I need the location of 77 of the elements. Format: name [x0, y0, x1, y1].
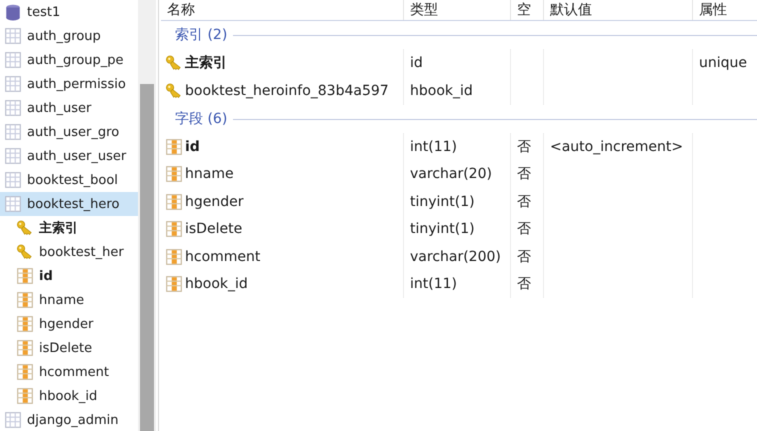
tree-item[interactable]: auth_user_user — [0, 144, 138, 168]
null-cell: 否 — [517, 138, 531, 156]
type-cell: varchar(20) — [410, 166, 492, 182]
column-icon — [165, 220, 183, 238]
tree-item[interactable]: auth_group_pe — [0, 48, 138, 72]
null-cell: 否 — [517, 192, 531, 211]
null-cell: 否 — [517, 275, 531, 294]
null-cell: 否 — [517, 165, 531, 184]
scrollbar-thumb[interactable] — [140, 84, 154, 431]
column-icon — [165, 275, 183, 294]
key-icon — [16, 219, 34, 237]
column-header[interactable]: 空 — [511, 0, 544, 20]
tree-item[interactable]: id — [0, 264, 138, 288]
tree-item[interactable]: auth_user — [0, 96, 138, 120]
table-icon — [4, 195, 22, 213]
type-cell: tinyint(1) — [410, 194, 475, 210]
column-icon — [16, 339, 34, 357]
tree-item[interactable]: hbook_id — [0, 384, 138, 408]
table-icon — [4, 99, 22, 117]
table-icon — [4, 171, 22, 189]
name-cell: isDelete — [185, 221, 242, 238]
column-icon — [16, 291, 34, 309]
tree-item[interactable]: django_admin — [0, 408, 138, 431]
type-cell: hbook_id — [410, 83, 473, 99]
type-cell: int(11) — [410, 138, 457, 155]
table-icon — [4, 411, 22, 429]
tree-item[interactable]: 主索引 — [0, 216, 138, 240]
column-icon — [16, 315, 34, 333]
name-cell: hname — [185, 166, 234, 182]
column-icon — [16, 267, 34, 285]
tree-item[interactable]: auth_group — [0, 24, 138, 48]
table-icon — [4, 75, 22, 93]
key-icon — [165, 54, 183, 72]
name-cell: 主索引 — [185, 54, 227, 72]
table-icon — [4, 27, 22, 45]
section-title: 索引 (2) — [175, 26, 228, 44]
type-cell: tinyint(1) — [410, 221, 475, 238]
column-icon — [165, 192, 183, 211]
name-cell: hcomment — [185, 248, 260, 265]
tree-item[interactable]: booktest_bool — [0, 168, 138, 192]
database-icon — [4, 3, 22, 21]
column-header[interactable]: 类型 — [404, 0, 511, 20]
section-title: 字段 (6) — [175, 110, 228, 128]
tree-item[interactable]: isDelete — [0, 336, 138, 360]
column-icon — [165, 165, 183, 184]
name-cell: id — [185, 138, 200, 155]
tree-item[interactable]: booktest_hero — [0, 192, 138, 216]
scrollbar[interactable] — [138, 0, 156, 431]
column-header[interactable]: 名称 — [161, 0, 404, 20]
column-icon — [165, 248, 183, 266]
name-cell: hbook_id — [185, 276, 248, 292]
null-cell: 否 — [517, 220, 531, 238]
tree-item[interactable]: hname — [0, 288, 138, 312]
key-icon — [16, 243, 34, 261]
table-icon — [4, 51, 22, 69]
name-cell: booktest_heroinfo_83b4a597 — [185, 83, 389, 99]
tree-item[interactable]: booktest_her — [0, 240, 138, 264]
tree-item[interactable]: hcomment — [0, 360, 138, 384]
default-cell: <auto_increment> — [550, 138, 684, 155]
column-icon — [165, 138, 183, 156]
tree-item[interactable]: hgender — [0, 312, 138, 336]
type-cell: varchar(200) — [410, 248, 501, 265]
type-cell: id — [410, 55, 423, 71]
table-icon — [4, 147, 22, 165]
attr-cell: unique — [699, 55, 748, 71]
key-icon — [165, 82, 183, 100]
column-icon — [16, 363, 34, 381]
null-cell: 否 — [517, 248, 531, 266]
type-cell: int(11) — [410, 276, 457, 292]
tree-item[interactable]: auth_user_gro — [0, 120, 138, 144]
name-cell: hgender — [185, 194, 244, 210]
column-header[interactable]: 默认值 — [544, 0, 693, 20]
column-icon — [16, 387, 34, 405]
column-header[interactable]: 属性 — [693, 0, 757, 20]
tree-item[interactable]: test1 — [0, 0, 138, 24]
tree-item[interactable]: auth_permissio — [0, 72, 138, 96]
table-icon — [4, 123, 22, 141]
